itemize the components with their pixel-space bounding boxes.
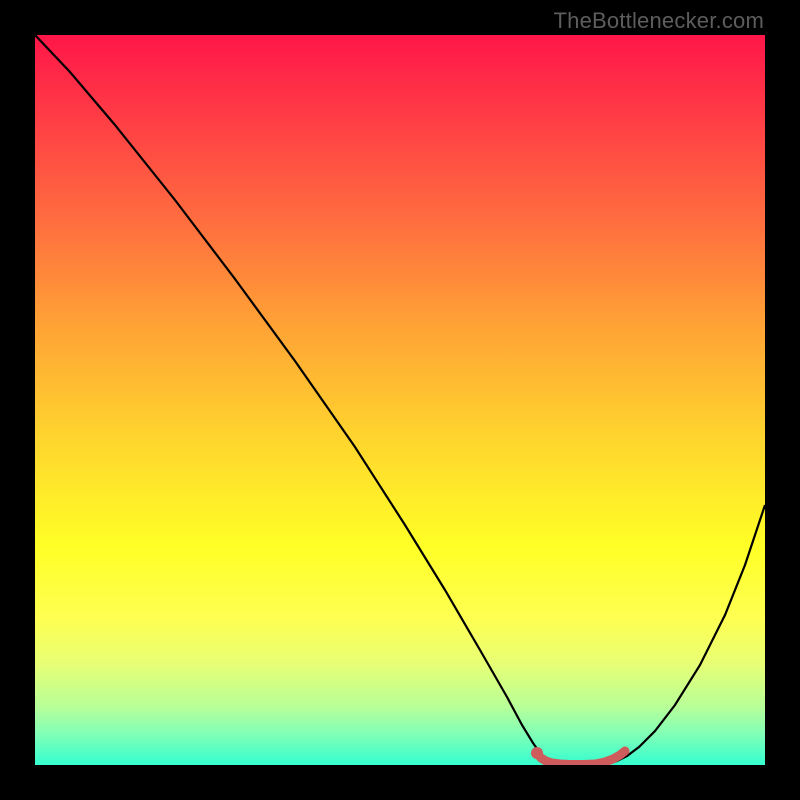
chart-frame: TheBottleneсker.com	[0, 0, 800, 800]
watermark-text: TheBottleneсker.com	[554, 8, 764, 34]
valley-highlight-line	[537, 751, 625, 765]
chart-lines	[35, 35, 765, 765]
valley-start-dot	[531, 747, 543, 759]
plot-area	[35, 35, 765, 765]
curve-line	[35, 35, 765, 765]
